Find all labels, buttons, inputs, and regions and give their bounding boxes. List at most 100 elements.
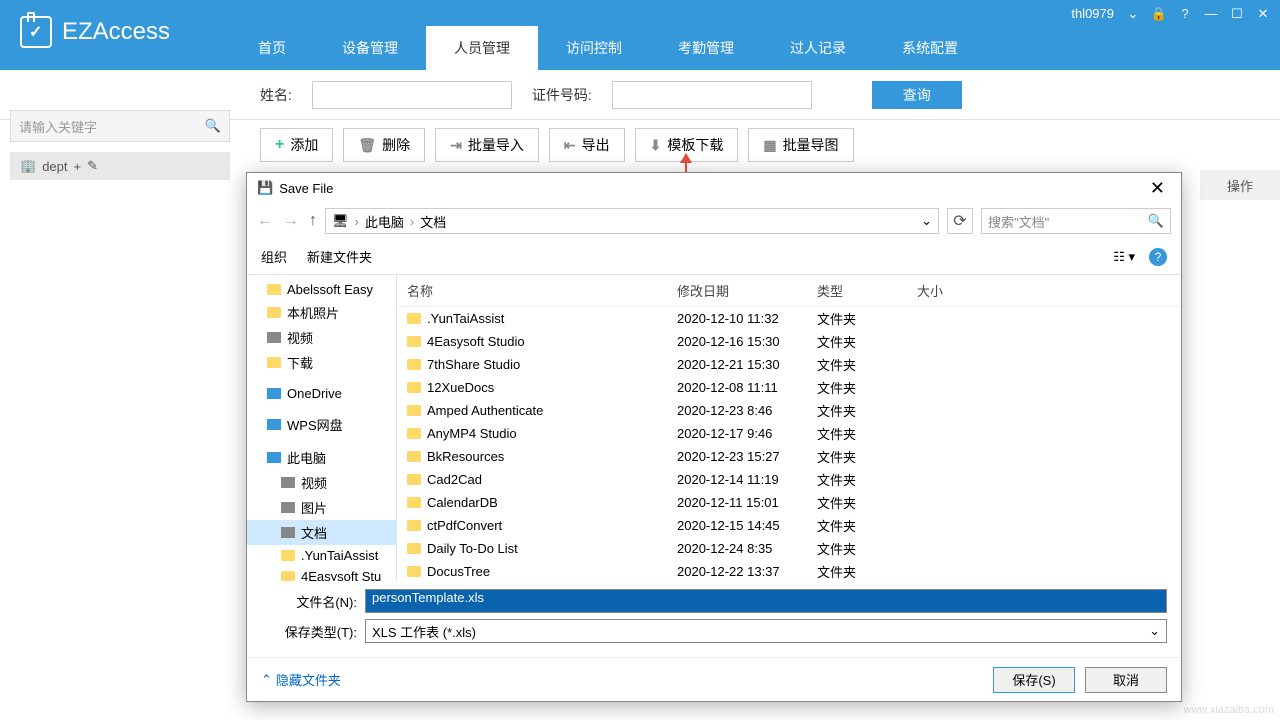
plus-icon: + <box>275 136 284 154</box>
list-row[interactable]: 7thShare Studio2020-12-21 15:30文件夹 <box>397 353 1181 376</box>
tree-item-label: 下载 <box>287 353 313 372</box>
list-row[interactable]: ctPdfConvert2020-12-15 14:45文件夹 <box>397 514 1181 537</box>
help-icon[interactable]: ? <box>1149 248 1167 266</box>
breadcrumb-folder[interactable]: 文档 <box>420 212 446 231</box>
save-button[interactable]: 保存(S) <box>993 667 1075 693</box>
edit-icon[interactable]: ✎ <box>87 158 98 174</box>
list-row[interactable]: BkResources2020-12-23 15:27文件夹 <box>397 445 1181 468</box>
folder-icon <box>267 307 281 318</box>
new-folder-button[interactable]: 新建文件夹 <box>307 247 372 266</box>
list-row[interactable]: DocusTree2020-12-22 13:37文件夹 <box>397 560 1181 581</box>
row-name: CalendarDB <box>427 495 498 510</box>
tree-item-label: .YunTaiAssist <box>301 548 378 563</box>
col-name[interactable]: 名称 <box>407 281 677 300</box>
help-icon[interactable]: ? <box>1178 7 1192 21</box>
pic-icon <box>281 527 295 538</box>
row-name: 4Easysoft Studio <box>427 334 525 349</box>
tree-item[interactable]: 视频 <box>247 325 396 350</box>
row-date: 2020-12-17 9:46 <box>677 426 817 441</box>
batch-image-button[interactable]: ▦批量导图 <box>748 128 853 162</box>
breadcrumb-root[interactable]: 此电脑 <box>365 212 404 231</box>
sidebar-dept-row[interactable]: 🏢 dept + ✎ <box>10 152 230 180</box>
col-type[interactable]: 类型 <box>817 281 917 300</box>
nav-back-icon[interactable]: ← <box>257 212 273 230</box>
organize-menu[interactable]: 组织 <box>261 247 287 266</box>
maximize-icon[interactable]: ☐ <box>1230 7 1244 21</box>
tree-item[interactable]: 视频 <box>247 470 396 495</box>
col-modified[interactable]: 修改日期 <box>677 281 817 300</box>
tree-item[interactable]: OneDrive <box>247 383 396 404</box>
tab-device[interactable]: 设备管理 <box>314 26 426 70</box>
chevron-down-icon[interactable]: ⌄ <box>921 213 932 229</box>
tree-item[interactable]: 4Easysoft Stu <box>247 566 396 581</box>
close-icon[interactable]: ✕ <box>1256 7 1270 21</box>
row-type: 文件夹 <box>817 378 917 397</box>
search-icon: 🔍 <box>1148 213 1164 229</box>
row-date: 2020-12-22 13:37 <box>677 564 817 579</box>
tree-item[interactable]: 此电脑 <box>247 445 396 470</box>
refresh-button[interactable]: ⟳ <box>947 208 973 234</box>
folder-icon <box>407 543 421 554</box>
row-name: Daily To-Do List <box>427 541 518 556</box>
tab-sysconf[interactable]: 系统配置 <box>874 26 986 70</box>
tree-item-label: 图片 <box>301 498 327 517</box>
tree-item[interactable]: 图片 <box>247 495 396 520</box>
query-button[interactable]: 查询 <box>872 81 962 109</box>
list-row[interactable]: .YunTaiAssist2020-12-10 11:32文件夹 <box>397 307 1181 330</box>
tree-item[interactable]: Abelssoft Easy <box>247 279 396 300</box>
chevron-down-icon: ⌄ <box>1149 623 1160 639</box>
row-type: 文件夹 <box>817 332 917 351</box>
tree-item-label: 4Easysoft Stu <box>301 569 381 581</box>
chevron-down-icon[interactable]: ⌄ <box>1126 7 1140 21</box>
minimize-icon[interactable]: — <box>1204 7 1218 21</box>
list-rows[interactable]: .YunTaiAssist2020-12-10 11:32文件夹4Easysof… <box>397 307 1181 581</box>
batch-import-button[interactable]: ⇥批量导入 <box>435 128 539 162</box>
list-row[interactable]: 12XueDocs2020-12-08 11:11文件夹 <box>397 376 1181 399</box>
dialog-search[interactable]: 搜索"文档" 🔍 <box>981 208 1171 234</box>
plus-icon[interactable]: + <box>74 159 82 174</box>
pic-icon <box>281 502 295 513</box>
delete-button[interactable]: 🗑删除 <box>343 128 425 162</box>
nav-forward-icon[interactable]: → <box>283 212 299 230</box>
filetype-select[interactable]: XLS 工作表 (*.xls) ⌄ <box>365 619 1167 643</box>
list-row[interactable]: Daily To-Do List2020-12-24 8:35文件夹 <box>397 537 1181 560</box>
folder-icon <box>407 382 421 393</box>
list-row[interactable]: CalendarDB2020-12-11 15:01文件夹 <box>397 491 1181 514</box>
user-label[interactable]: thl0979 <box>1071 6 1114 21</box>
list-row[interactable]: Cad2Cad2020-12-14 11:19文件夹 <box>397 468 1181 491</box>
tree-item[interactable]: 下载 <box>247 350 396 375</box>
list-row[interactable]: Amped Authenticate2020-12-23 8:46文件夹 <box>397 399 1181 422</box>
view-options-icon[interactable]: ☷ ▾ <box>1113 249 1135 265</box>
name-input[interactable] <box>312 81 512 109</box>
nav-up-icon[interactable]: ↑ <box>309 212 317 230</box>
calendar-check-icon <box>20 16 52 48</box>
export-button[interactable]: ⇤导出 <box>549 128 625 162</box>
tab-passrec[interactable]: 过人记录 <box>762 26 874 70</box>
list-row[interactable]: 4Easysoft Studio2020-12-16 15:30文件夹 <box>397 330 1181 353</box>
id-input[interactable] <box>612 81 812 109</box>
lock-icon[interactable]: 🔒 <box>1152 7 1166 21</box>
tab-access[interactable]: 访问控制 <box>538 26 650 70</box>
list-row[interactable]: AnyMP4 Studio2020-12-17 9:46文件夹 <box>397 422 1181 445</box>
tree-item[interactable]: 本机照片 <box>247 300 396 325</box>
address-bar[interactable]: 🖥 › 此电脑 › 文档 ⌄ <box>325 208 939 234</box>
dialog-close-button[interactable]: ✕ <box>1144 178 1171 199</box>
add-button[interactable]: +添加 <box>260 128 333 162</box>
list-header: 名称 修改日期 类型 大小 <box>397 275 1181 307</box>
filename-input[interactable]: personTemplate.xls <box>365 589 1167 613</box>
row-type: 文件夹 <box>817 424 917 443</box>
col-size[interactable]: 大小 <box>917 281 997 300</box>
tree-item[interactable]: 文档 <box>247 520 396 545</box>
tab-home[interactable]: 首页 <box>230 26 314 70</box>
drive-icon <box>267 419 281 430</box>
tree-item[interactable]: WPS网盘 <box>247 412 396 437</box>
tab-attendance[interactable]: 考勤管理 <box>650 26 762 70</box>
tab-person[interactable]: 人员管理 <box>426 26 538 70</box>
hide-folders-link[interactable]: ⌃ 隐藏文件夹 <box>261 670 341 689</box>
sidebar-search[interactable]: 请输入关键字 🔍 <box>10 110 230 142</box>
tree-item[interactable]: .YunTaiAssist <box>247 545 396 566</box>
sidebar-search-placeholder: 请输入关键字 <box>19 117 97 136</box>
cancel-button[interactable]: 取消 <box>1085 667 1167 693</box>
pc-icon: 🖥 <box>332 213 349 229</box>
row-name: ctPdfConvert <box>427 518 502 533</box>
